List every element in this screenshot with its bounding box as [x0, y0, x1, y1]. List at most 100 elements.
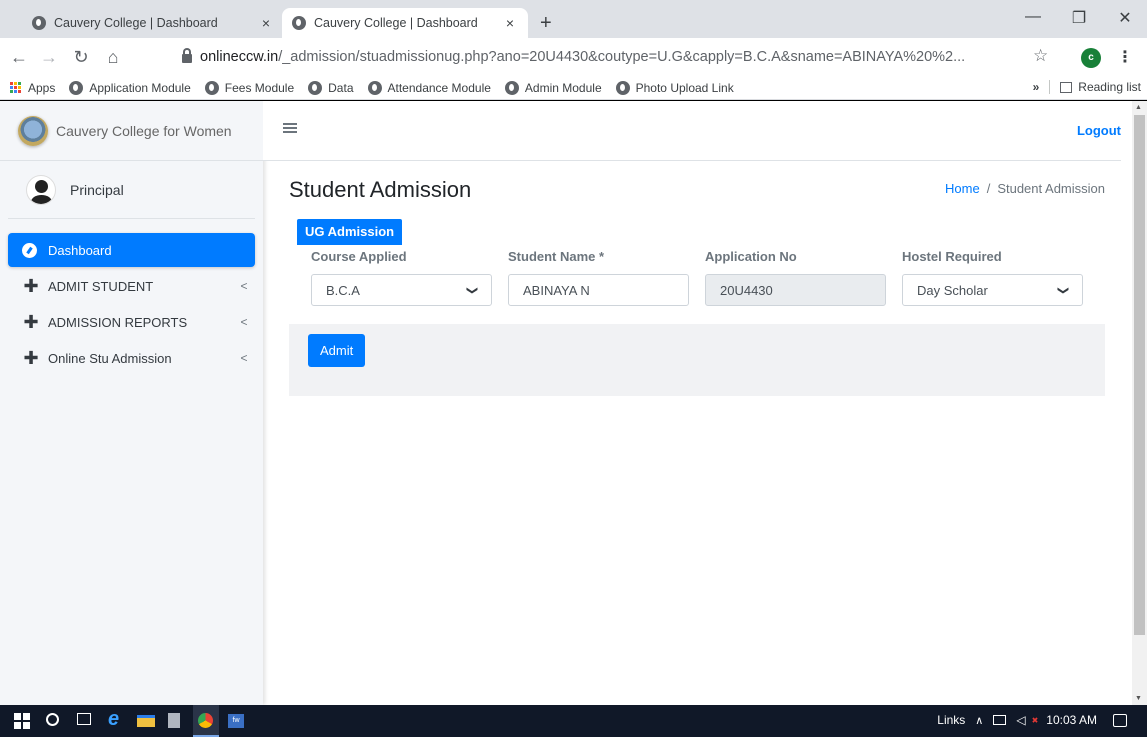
- breadcrumb-current: Student Admission: [997, 181, 1105, 196]
- page-title: Student Admission: [289, 177, 472, 202]
- plus-icon: ✚: [23, 312, 39, 332]
- internet-explorer-icon[interactable]: e: [108, 708, 124, 730]
- clock[interactable]: 10:03 AM: [1046, 713, 1097, 727]
- user-panel[interactable]: Principal: [8, 161, 255, 219]
- user-name: Principal: [70, 181, 124, 198]
- profile-avatar[interactable]: c: [1081, 48, 1101, 68]
- scroll-down-icon[interactable]: ▼: [1135, 695, 1142, 702]
- links-toolbar[interactable]: Links: [937, 713, 965, 727]
- sidebar-item-label: ADMIT STUDENT: [48, 278, 154, 294]
- sidebar-item-dashboard[interactable]: Dashboard: [8, 233, 255, 267]
- bookmark-photo-upload-link[interactable]: Photo Upload Link: [615, 80, 734, 95]
- chevron-left-icon: <: [240, 279, 248, 293]
- bookmark-apps[interactable]: Apps: [0, 81, 55, 95]
- sidebar-item-online-stu-admission[interactable]: ✚ Online Stu Admission <: [8, 341, 255, 375]
- plus-icon: ✚: [23, 276, 39, 296]
- system-tray: Links ∧ ◁ ✖ 10:03 AM: [937, 713, 1127, 727]
- scroll-up-icon[interactable]: ▲: [1135, 104, 1142, 111]
- address-bar[interactable]: onlineccw.in/_admission/stuadmissionug.p…: [172, 43, 1072, 71]
- globe-icon: [504, 80, 519, 95]
- breadcrumb-home[interactable]: Home: [945, 181, 980, 196]
- search-icon[interactable]: [46, 713, 59, 726]
- task-view-icon[interactable]: [77, 713, 91, 725]
- more-bookmarks-button[interactable]: »: [1033, 80, 1040, 94]
- calculator-icon[interactable]: [168, 713, 180, 728]
- application-no-label: Application No: [705, 249, 797, 264]
- tab-close-icon[interactable]: ×: [502, 15, 518, 31]
- sidebar-item-label: Dashboard: [48, 242, 112, 258]
- bookmark-attendance-module[interactable]: Attendance Module: [367, 80, 491, 95]
- mute-badge-icon: ✖: [1031, 715, 1039, 725]
- globe-icon: [32, 16, 46, 30]
- sidebar-item-admit-student[interactable]: ✚ ADMIT STUDENT <: [8, 269, 255, 303]
- student-name-input[interactable]: ABINAYA N: [508, 274, 689, 306]
- sidebar-item-admission-reports[interactable]: ✚ ADMISSION REPORTS <: [8, 305, 255, 339]
- form-footer: Admit: [289, 324, 1105, 396]
- college-logo: [18, 115, 48, 146]
- menu-toggle-icon[interactable]: [283, 123, 297, 133]
- top-navbar: Logout: [263, 101, 1121, 161]
- reading-list-button[interactable]: Reading list: [1078, 80, 1141, 94]
- user-avatar-icon: [26, 174, 56, 205]
- windows-taskbar: e fw Links ∧ ◁ ✖ 10:03 AM: [0, 705, 1147, 737]
- hostel-required-select[interactable]: Day Scholar ❯: [902, 274, 1083, 306]
- course-applied-select[interactable]: B.C.A ❯: [311, 274, 492, 306]
- sidebar-item-label: Online Stu Admission: [48, 350, 172, 366]
- globe-icon: [292, 16, 306, 30]
- divider: [1049, 80, 1051, 94]
- app-icon[interactable]: fw: [228, 714, 244, 728]
- application-no-input: 20U4430: [705, 274, 886, 306]
- browser-tab-strip: Cauvery College | Dashboard × Cauvery Co…: [0, 0, 1147, 38]
- browser-tab-1[interactable]: Cauvery College | Dashboard ×: [22, 8, 284, 38]
- globe-icon: [308, 80, 323, 95]
- student-name-label: Student Name *: [508, 249, 605, 264]
- maximize-icon[interactable]: ❐: [1064, 8, 1094, 28]
- url-text: onlineccw.in/_admission/stuadmissionug.p…: [200, 49, 966, 65]
- plus-icon: ✚: [23, 348, 39, 368]
- tab-ug-admission[interactable]: UG Admission: [297, 219, 403, 245]
- sidebar-nav: Dashboard ✚ ADMIT STUDENT < ✚ ADMISSION …: [0, 219, 263, 375]
- back-arrow-icon[interactable]: ←: [8, 47, 30, 67]
- new-tab-button[interactable]: +: [540, 12, 552, 35]
- tab-close-icon[interactable]: ×: [258, 15, 274, 31]
- bookmark-admin-module[interactable]: Admin Module: [504, 80, 602, 95]
- admit-button[interactable]: Admit: [308, 334, 366, 367]
- forward-arrow-icon[interactable]: →: [38, 47, 60, 67]
- notifications-icon[interactable]: [1113, 713, 1127, 727]
- hostel-required-label: Hostel Required: [902, 249, 1002, 264]
- logout-link[interactable]: Logout: [1077, 123, 1121, 138]
- brand-text: Cauvery College for Women: [56, 122, 232, 139]
- reading-list-icon: [1060, 81, 1073, 93]
- sidebar: Cauvery College for Women Principal Dash…: [0, 101, 263, 705]
- course-applied-label: Course Applied: [311, 249, 407, 264]
- chrome-icon[interactable]: [193, 705, 219, 737]
- bookmark-fees-module[interactable]: Fees Module: [204, 80, 294, 95]
- bookmark-star-icon[interactable]: ☆: [1033, 46, 1048, 66]
- chevron-down-icon: ❯: [1056, 285, 1069, 295]
- apps-grid-icon: [10, 82, 21, 93]
- network-icon[interactable]: [993, 715, 1007, 725]
- bookmark-data[interactable]: Data: [308, 80, 354, 95]
- file-explorer-icon[interactable]: [137, 715, 155, 727]
- page-scrollbar[interactable]: ▲ ▼: [1132, 101, 1147, 705]
- tab-title: Cauvery College | Dashboard: [314, 16, 478, 30]
- brand-link[interactable]: Cauvery College for Women: [0, 101, 263, 161]
- globe-icon: [367, 80, 382, 95]
- window-close-icon[interactable]: ✕: [1110, 8, 1140, 28]
- browser-menu-icon[interactable]: ⋮: [1117, 47, 1133, 67]
- minimize-icon[interactable]: —: [1018, 8, 1048, 26]
- bookmarks-bar: Apps Application Module Fees Module Data…: [0, 76, 1147, 100]
- windows-start-icon[interactable]: [14, 713, 30, 729]
- bookmark-application-module[interactable]: Application Module: [69, 80, 191, 95]
- chevron-up-icon[interactable]: ∧: [975, 714, 983, 727]
- sidebar-item-label: ADMISSION REPORTS: [48, 314, 188, 330]
- volume-icon[interactable]: ◁: [1016, 713, 1025, 727]
- reload-icon[interactable]: ↻: [70, 47, 92, 67]
- chevron-left-icon: <: [240, 351, 248, 365]
- home-icon[interactable]: ⌂: [102, 47, 124, 67]
- scroll-thumb[interactable]: [1134, 115, 1145, 635]
- page-viewport: Cauvery College for Women Principal Dash…: [0, 101, 1147, 705]
- breadcrumb: Home / Student Admission: [945, 181, 1105, 196]
- browser-tab-2[interactable]: Cauvery College | Dashboard ×: [282, 8, 528, 38]
- browser-toolbar: ← → ↻ ⌂ onlineccw.in/_admission/stuadmis…: [0, 38, 1147, 76]
